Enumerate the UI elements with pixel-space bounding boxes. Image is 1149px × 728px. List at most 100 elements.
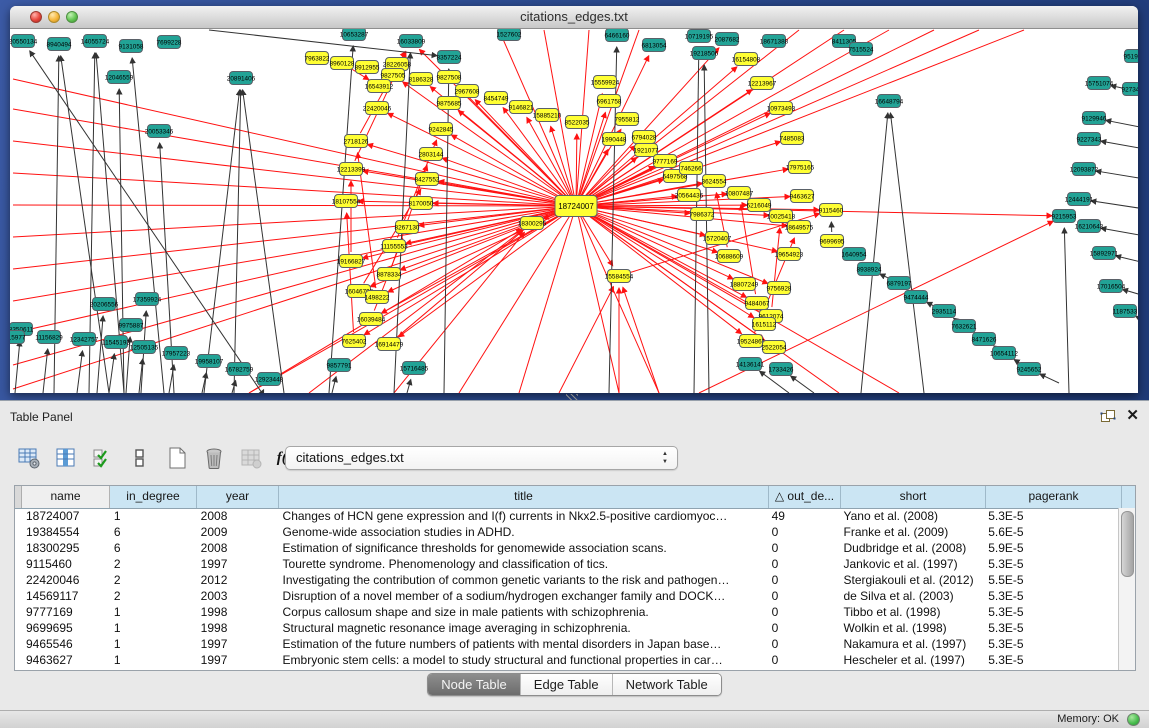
graph-node[interactable]: 15720407: [703, 232, 732, 245]
graph-node[interactable]: 15751074: [1085, 77, 1114, 90]
graph-node[interactable]: 8912955: [355, 61, 380, 74]
graph-node[interactable]: 9273401: [1122, 83, 1138, 96]
graph-node[interactable]: 17957223: [162, 347, 191, 360]
graph-node[interactable]: 9227343: [1077, 133, 1102, 146]
graph-node[interactable]: 9827508: [437, 71, 462, 84]
graph-node[interactable]: 10807487: [725, 187, 754, 200]
graph-node[interactable]: 14136141: [736, 358, 765, 371]
graph-node[interactable]: 19166827: [337, 255, 366, 268]
graph-node[interactable]: 7955812: [615, 113, 640, 126]
graph-node[interactable]: 20891406: [227, 72, 256, 85]
select-all-check-icon[interactable]: [90, 445, 116, 471]
graph-node[interactable]: 6813054: [642, 39, 667, 52]
graph-node[interactable]: 12444191: [1065, 193, 1094, 206]
graph-node[interactable]: 8357224: [437, 51, 462, 64]
column-header-pagerank[interactable]: pagerank: [986, 486, 1122, 508]
graph-node[interactable]: 10653287: [340, 29, 369, 41]
graph-node[interactable]: 16154808: [732, 53, 761, 66]
graph-node[interactable]: 10654112: [990, 347, 1018, 360]
import-table-disabled-icon[interactable]: [238, 445, 264, 471]
graph-node[interactable]: 9215953: [1052, 210, 1077, 223]
graph-node[interactable]: 9519022: [1124, 50, 1138, 63]
table-row[interactable]: 2242004622012Investigating the contribut…: [15, 572, 1119, 588]
graph-node[interactable]: 17975165: [786, 161, 815, 174]
graph-node[interactable]: 15885210: [533, 109, 562, 122]
graph-node[interactable]: 12213967: [748, 77, 777, 90]
graph-node[interactable]: 8427552: [415, 173, 440, 186]
graph-node[interactable]: 9975887: [119, 319, 144, 332]
graph-node[interactable]: 9131058: [119, 40, 144, 53]
graph-node[interactable]: 18649575: [785, 221, 814, 234]
graph-node[interactable]: 6794028: [632, 131, 657, 144]
graph-node[interactable]: 12505135: [130, 341, 159, 354]
graph-node[interactable]: 6466160: [605, 29, 630, 42]
graph-node[interactable]: 17359924: [133, 293, 162, 306]
graph-node[interactable]: 11156829: [35, 331, 63, 344]
graph-node[interactable]: 20564436: [675, 189, 704, 202]
tab-network-table[interactable]: Network Table: [612, 674, 721, 695]
column-header-year[interactable]: year: [197, 486, 279, 508]
column-header-short[interactable]: short: [841, 486, 986, 508]
table-row[interactable]: 946554611997Estimation of the future num…: [15, 636, 1119, 652]
graph-node[interactable]: 18300295: [518, 217, 547, 230]
graph-node[interactable]: 8454749: [484, 92, 509, 105]
graph-node[interactable]: 3915977: [10, 331, 26, 344]
graph-node[interactable]: 16039484: [357, 313, 386, 326]
graph-node[interactable]: 9115460: [819, 204, 844, 217]
column-header-in_degree[interactable]: in_degree: [110, 486, 197, 508]
graph-node[interactable]: 7625402: [342, 335, 367, 348]
graph-node[interactable]: 1615112: [752, 318, 777, 331]
citation-network-graph[interactable]: 2055013489404941405572491310587699228208…: [10, 29, 1138, 393]
table-row[interactable]: 1938455462009Genome-wide association stu…: [15, 524, 1119, 540]
table-row[interactable]: 1830029562008Estimation of significance …: [15, 540, 1119, 556]
graph-node[interactable]: 18671388: [760, 35, 789, 48]
table-row[interactable]: 1872400712008Changes of HCN gene express…: [15, 508, 1119, 524]
graph-node[interactable]: 9146821: [509, 101, 534, 114]
graph-node[interactable]: 12342757: [70, 333, 99, 346]
graph-node[interactable]: 2967608: [455, 85, 480, 98]
table-row[interactable]: 1456911722003Disruption of a novel membe…: [15, 588, 1119, 604]
graph-node[interactable]: 15716485: [400, 362, 429, 375]
graph-node[interactable]: 1990448: [602, 133, 627, 146]
graph-node[interactable]: 12046559: [105, 71, 134, 84]
network-canvas[interactable]: 2055013489404941405572491310587699228208…: [10, 29, 1138, 393]
graph-node[interactable]: 12213399: [337, 163, 366, 176]
tab-node-table[interactable]: Node Table: [428, 674, 520, 695]
tab-edge-table[interactable]: Edge Table: [520, 674, 612, 695]
graph-node[interactable]: 1527602: [497, 29, 522, 41]
table-row[interactable]: 911546021997Tourette syndrome. Phenomeno…: [15, 556, 1119, 572]
graph-node[interactable]: 20550134: [10, 35, 38, 48]
scrollbar-thumb[interactable]: [1121, 511, 1134, 577]
graph-node[interactable]: 19218506: [690, 47, 719, 60]
graph-node[interactable]: 7485083: [780, 132, 805, 145]
graph-node[interactable]: 10719195: [685, 30, 714, 43]
table-vertical-scrollbar[interactable]: [1118, 508, 1135, 670]
column-pair-icon[interactable]: [127, 445, 153, 471]
column-header-name[interactable]: name: [22, 486, 110, 508]
graph-node[interactable]: 8522035: [565, 116, 590, 129]
graph-node[interactable]: 12923448: [255, 373, 284, 386]
graph-node[interactable]: 8170050: [409, 197, 434, 210]
graph-node[interactable]: 16543912: [365, 80, 394, 93]
graph-node[interactable]: 16033809: [397, 35, 426, 48]
graph-node[interactable]: 11545193: [102, 336, 130, 349]
graph-node[interactable]: 6879197: [887, 277, 912, 290]
table-selector-dropdown[interactable]: citations_edges.txt ▲▼: [285, 446, 678, 470]
graph-node[interactable]: 9242845: [429, 123, 454, 136]
memory-status-indicator[interactable]: [1127, 713, 1140, 726]
graph-node[interactable]: 1498222: [365, 291, 390, 304]
graph-node[interactable]: 8940494: [47, 38, 72, 51]
graph-node[interactable]: 6961758: [597, 95, 622, 108]
graph-node[interactable]: 10688609: [715, 250, 744, 263]
graph-node[interactable]: 22420046: [363, 102, 392, 115]
graph-node[interactable]: 15559924: [591, 76, 620, 89]
float-panel-icon[interactable]: [1100, 409, 1116, 423]
graph-node[interactable]: 15892971: [1090, 247, 1119, 260]
table-row[interactable]: 969969511998Structural magnetic resonanc…: [15, 620, 1119, 636]
graph-node[interactable]: 2087682: [715, 33, 740, 46]
graph-node[interactable]: 9857791: [327, 359, 352, 372]
graph-node[interactable]: 20206556: [90, 298, 119, 311]
graph-node[interactable]: 3624554: [702, 175, 727, 188]
graph-node[interactable]: 6216049: [747, 199, 772, 212]
trash-icon[interactable]: [201, 445, 227, 471]
